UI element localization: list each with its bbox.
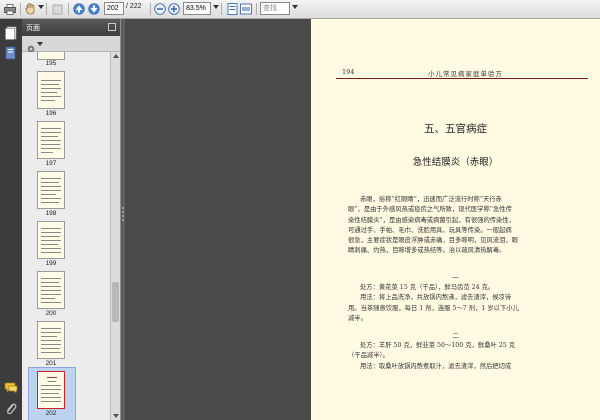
options-dropdown-icon[interactable]	[37, 42, 43, 46]
panel-title: 页面	[26, 25, 40, 32]
toolbar-separator	[46, 3, 47, 15]
page-total: / 222	[126, 3, 142, 10]
zoom-dropdown-icon[interactable]	[213, 5, 219, 9]
fit-page-icon[interactable]	[225, 2, 239, 16]
panel-options-bar	[22, 36, 120, 53]
main-toolbar: 202 / 222 83.5% 查找	[0, 0, 600, 19]
thumbnail-label: 202	[45, 410, 57, 417]
attachments-icon[interactable]	[4, 401, 18, 415]
pages-panel-icon[interactable]	[4, 25, 18, 40]
panel-close-icon[interactable]	[108, 23, 116, 31]
page-thumbnail[interactable]	[37, 121, 65, 159]
document-page: 194 小儿常见病家庭单验方 五、五官病症 急性结膜炎（赤眼） 赤眼，俗称“红眼…	[311, 19, 600, 420]
scrollbar-thumb[interactable]	[112, 282, 119, 322]
hand-tool-dropdown-icon[interactable]	[38, 5, 44, 9]
thumbnail-label: 198	[45, 210, 57, 217]
thumbnail-label: 197	[45, 160, 57, 167]
text-line: 很急，主要症状是眼皮浮肿或赤痛，目多眵明，见风流泪，眼	[348, 237, 519, 245]
prescription-number: 二	[452, 332, 459, 340]
page-thumbnail[interactable]	[37, 221, 65, 259]
text-line: 处方：羊肝 50 克，鲜韭菜 50～100 克，鲜桑叶 25 克	[360, 342, 516, 349]
document-viewport[interactable]	[125, 19, 311, 420]
thumbnail-scrollbar[interactable]	[110, 52, 120, 420]
toolbar-separator	[150, 3, 151, 15]
select-tool-icon[interactable]	[50, 2, 64, 16]
zoom-level-input[interactable]: 83.5%	[183, 2, 211, 15]
panel-header: 页面	[22, 19, 120, 36]
thumbnail-label: 200	[45, 310, 57, 317]
toolbar-separator	[256, 3, 257, 15]
bookmarks-panel-icon[interactable]	[4, 45, 18, 60]
prescription-number: 一	[452, 274, 459, 282]
next-page-icon[interactable]	[87, 2, 101, 16]
thumbnail-label: 195	[45, 60, 57, 67]
page-thumbnail[interactable]	[37, 171, 65, 209]
header-rule	[336, 78, 588, 79]
text-line: 眼”，是由于外感风热或疫疠之气所致，现代医学称“急性传	[348, 206, 512, 214]
page-thumbnail[interactable]	[37, 321, 65, 359]
zoom-out-icon[interactable]	[153, 2, 167, 16]
find-dropdown-icon[interactable]	[292, 5, 298, 9]
toolbar-separator	[68, 3, 69, 15]
page-thumbnail[interactable]	[37, 271, 65, 309]
page-thumbnail[interactable]	[37, 71, 65, 109]
text-line: 用法：将上品洗净，共放锅内熬沸，滤去渣滓，候凉待	[360, 294, 512, 302]
text-line: 用法：取桑叶放锅内熬煮取汁，滤去渣滓，然后把切成	[360, 362, 512, 370]
page-thumbnail[interactable]	[37, 52, 65, 60]
thumbnail-label: 196	[45, 110, 57, 117]
thumbnail-list[interactable]: 195 196 197 198 199 200 201 202	[22, 52, 110, 420]
toolbar-separator	[20, 3, 21, 15]
text-line: 赤眼，俗称“红眼睛”，迅速而广泛流行时称“天行赤	[360, 196, 502, 203]
pages-panel: 页面 195 196 197 198 199 200 201 202	[22, 19, 121, 420]
text-line: 睛刺痛、灼热，目眵增多或热结等。治以疏风清热解毒。	[348, 247, 506, 255]
toolbar-separator	[221, 3, 222, 15]
text-line: （干品减半）。	[348, 352, 389, 360]
fit-width-icon[interactable]	[239, 2, 253, 16]
comments-icon[interactable]	[4, 380, 18, 394]
previous-page-icon[interactable]	[72, 2, 86, 16]
page-thumbnail-selected[interactable]	[37, 371, 65, 409]
scroll-down-icon[interactable]	[113, 414, 119, 418]
text-line: 减半。	[348, 314, 367, 322]
text-line: 处方：黄花菜 15 克（干品），鲜马齿苋 24 克。	[360, 284, 495, 291]
zoom-in-icon[interactable]	[167, 2, 181, 16]
navigation-strip	[0, 19, 23, 420]
find-input[interactable]: 查找	[260, 2, 290, 15]
page-number: 194	[342, 68, 355, 76]
print-icon[interactable]	[3, 2, 17, 16]
prescription-1: 处方：黄花菜 15 克（干品），鲜马齿苋 24 克。 用法：将上品洗净，共放锅内…	[348, 283, 592, 324]
intro-paragraph: 赤眼，俗称“红眼睛”，迅速而广泛流行时称“天行赤 眼”，是由于外感风热或疫疠之气…	[348, 195, 592, 257]
scroll-up-icon[interactable]	[113, 54, 119, 58]
thumbnail-label: 199	[45, 260, 57, 267]
text-line: 用。当茶随意饮服，每日 1 剂，连服 5～7 剂，1 岁以下小儿	[348, 304, 519, 312]
thumbnail-label: 201	[45, 360, 57, 367]
page-number-input[interactable]: 202	[104, 2, 124, 15]
text-line: 可通过手、手帕、毛巾、洗脸用具、玩具等传染。一般起病	[348, 226, 512, 234]
running-head-title: 小儿常见病家庭单验方	[428, 70, 503, 78]
prescription-2: 处方：羊肝 50 克，鲜韭菜 50～100 克，鲜桑叶 25 克 （干品减半）。…	[348, 341, 592, 372]
hand-tool-icon[interactable]	[23, 2, 37, 16]
chapter-heading: 五、五官病症	[424, 123, 487, 135]
text-line: 染性结膜炎”，是由感染病毒或病菌引起，有很强的传染性，	[348, 216, 515, 224]
section-heading: 急性结膜炎（赤眼）	[412, 157, 499, 168]
